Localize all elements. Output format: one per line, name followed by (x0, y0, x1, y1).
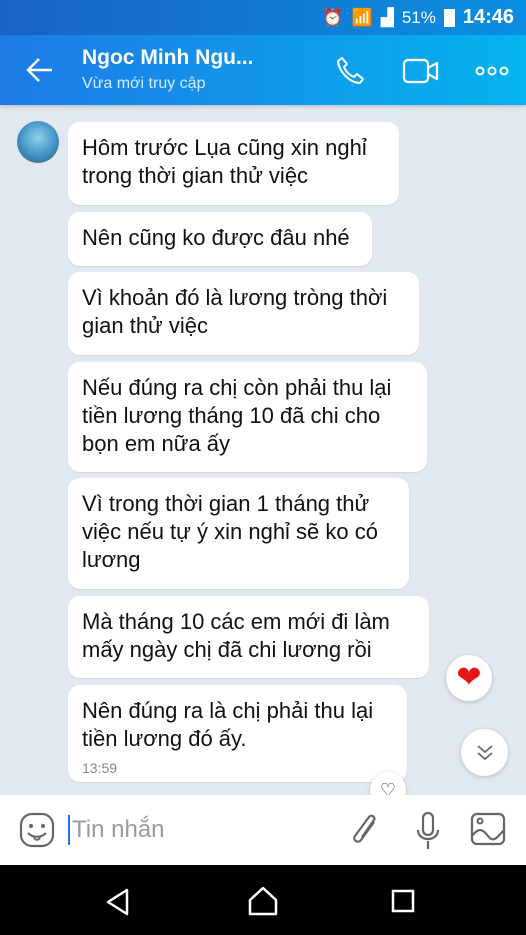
clock: 14:46 (462, 6, 514, 28)
message-bubble[interactable]: Hôm trước Lụa cũng xin nghỉ trong thời g… (68, 122, 399, 205)
contact-name[interactable]: Ngoc Minh Ngu... (82, 46, 253, 70)
heart-reaction-button[interactable]: ❤ (446, 655, 492, 701)
message-bubble[interactable]: Nên cũng ko được đâu nhé (68, 212, 372, 266)
status-bar: ⏰ 📶 ▟ 51% 14:46 (0, 0, 526, 35)
wifi-icon: 📶 (351, 7, 373, 27)
nav-back-icon[interactable] (104, 887, 130, 917)
battery-icon (443, 8, 455, 27)
alarm-icon: ⏰ (322, 7, 344, 27)
microphone-icon[interactable] (415, 811, 441, 851)
message-input-bar: Tin nhắn (0, 795, 526, 865)
scroll-to-bottom-button[interactable] (461, 729, 508, 776)
more-options-icon[interactable] (475, 65, 509, 77)
last-seen-status: Vừa mới truy cập (82, 75, 206, 92)
nav-home-icon[interactable] (247, 885, 279, 917)
message-timestamp: 13:59 (82, 760, 118, 776)
nav-recents-icon[interactable] (391, 889, 415, 913)
message-input[interactable]: Tin nhắn (68, 815, 165, 845)
message-bubble[interactable]: Vì khoản đó là lương tròng thời gian thử… (68, 272, 419, 355)
message-bubble[interactable]: Mà tháng 10 các em mới đi làm mấy ngày c… (68, 596, 429, 678)
heart-icon: ❤ (456, 661, 482, 694)
message-bubble[interactable]: Nên đúng ra là chị phải thu lại tiền lươ… (68, 685, 407, 782)
attachment-icon[interactable] (350, 812, 382, 848)
message-bubble[interactable]: Nếu đúng ra chị còn phải thu lại tiền lư… (68, 362, 427, 472)
phone-icon[interactable] (335, 55, 367, 87)
message-bubble[interactable]: Vì trong thời gian 1 tháng thử việc nếu … (68, 478, 409, 589)
battery-percent: 51% (401, 7, 436, 27)
image-icon[interactable] (470, 812, 506, 846)
double-chevron-down-icon (476, 744, 493, 760)
video-call-icon[interactable] (402, 55, 440, 87)
message-text: Nên đúng ra là chị phải thu lại tiền lươ… (82, 698, 374, 751)
android-nav-bar (0, 865, 526, 935)
chat-header: Ngoc Minh Ngu... Vừa mới truy cập (0, 35, 526, 105)
sticker-icon[interactable] (19, 812, 55, 848)
contact-avatar[interactable] (17, 121, 59, 163)
back-arrow-icon[interactable] (26, 56, 54, 84)
signal-icon: ▟ (380, 7, 394, 27)
